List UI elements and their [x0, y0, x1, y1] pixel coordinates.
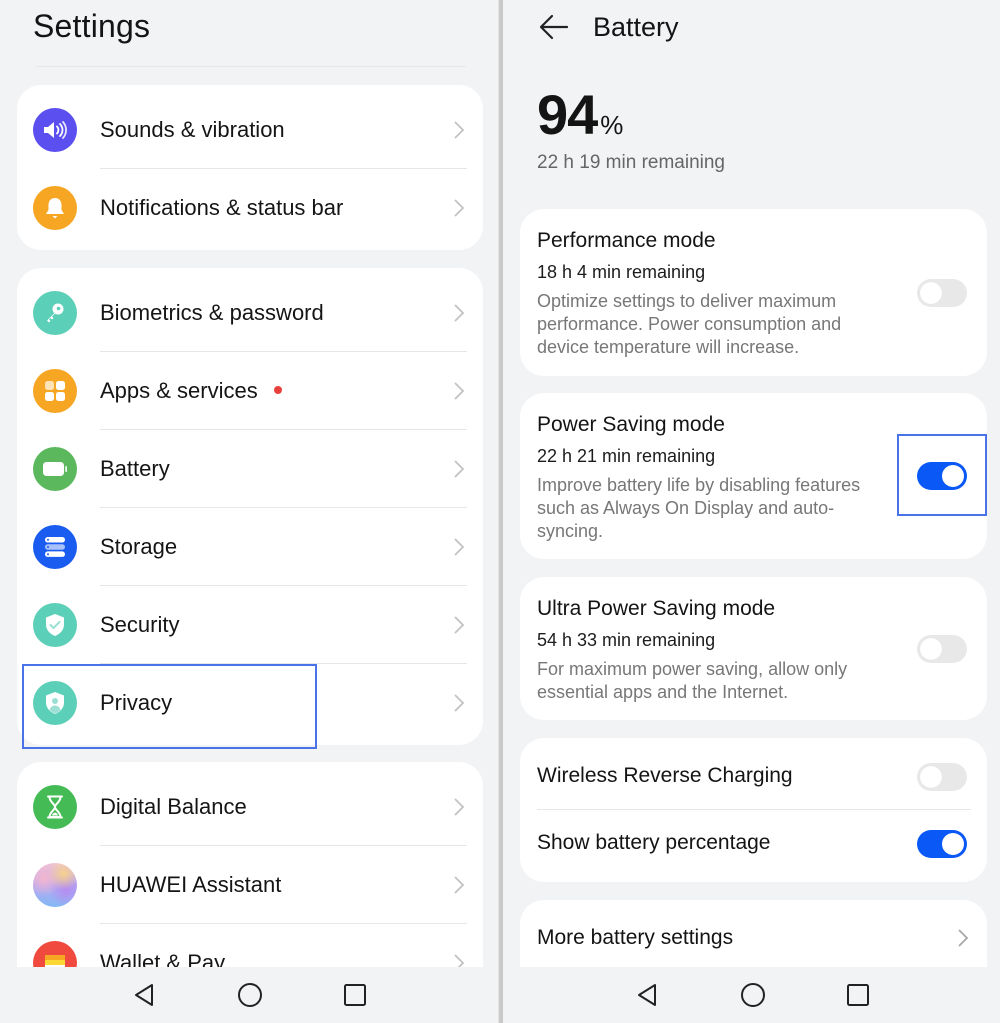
power-saving-mode-card[interactable]: Power Saving mode 22 h 21 min remaining … — [520, 393, 987, 559]
chevron-right-icon — [454, 460, 465, 478]
key-icon — [33, 291, 77, 335]
battery-percentage: 94% — [537, 82, 623, 147]
toggle-knob — [942, 833, 964, 855]
chevron-right-icon — [454, 304, 465, 322]
performance-mode-card[interactable]: Performance mode 18 h 4 min remaining Op… — [520, 209, 987, 376]
back-nav-icon[interactable] — [633, 981, 661, 1009]
settings-item-digital-balance[interactable]: Digital Balance — [17, 768, 483, 846]
battery-remaining-time: 22 h 19 min remaining — [537, 152, 725, 173]
page-title: Settings — [33, 8, 151, 44]
mode-title: Performance mode — [537, 229, 716, 252]
home-nav-icon[interactable] — [739, 981, 767, 1009]
battery-toggles-card: Wireless Reverse Charging Show battery p… — [520, 738, 987, 882]
settings-item-label: Notifications & status bar — [100, 195, 344, 220]
settings-item-wallet-pay[interactable]: Wallet & Pay — [17, 924, 483, 972]
settings-item-label: Privacy — [100, 690, 173, 715]
chevron-right-icon — [454, 798, 465, 816]
navigation-bar — [0, 967, 498, 1023]
settings-item-notifications[interactable]: Notifications & status bar — [17, 169, 483, 247]
chevron-right-icon — [454, 694, 465, 712]
wireless-reverse-charging-label: Wireless Reverse Charging — [537, 764, 793, 787]
chevron-right-icon — [454, 199, 465, 217]
power-saving-mode-toggle[interactable] — [917, 462, 967, 490]
navigation-bar — [503, 967, 1000, 1023]
privacy-shield-icon — [33, 681, 77, 725]
performance-mode-toggle[interactable] — [917, 279, 967, 307]
ultra-power-saving-mode-card[interactable]: Ultra Power Saving mode 54 h 33 min rema… — [520, 577, 987, 720]
battery-screen: Battery 94% 22 h 19 min remaining Perfor… — [503, 0, 1000, 1023]
chevron-right-icon — [454, 616, 465, 634]
chevron-right-icon — [454, 382, 465, 400]
row-divider — [537, 809, 971, 810]
home-nav-icon[interactable] — [236, 981, 264, 1009]
chevron-right-icon — [454, 876, 465, 894]
settings-group-3: Digital Balance HUAWEI Assistant Wallet … — [17, 762, 483, 972]
settings-item-battery[interactable]: Battery — [17, 430, 483, 508]
settings-item-apps-services[interactable]: Apps & services — [17, 352, 483, 430]
settings-item-security[interactable]: Security — [17, 586, 483, 664]
apps-grid-icon — [33, 369, 77, 413]
settings-item-label: Digital Balance — [100, 794, 247, 819]
show-battery-percentage-toggle[interactable] — [917, 830, 967, 858]
settings-item-label-text: Apps & services — [100, 378, 258, 403]
settings-item-sounds-vibration[interactable]: Sounds & vibration — [17, 91, 483, 169]
mode-description: Improve battery life by disabling featur… — [537, 475, 861, 541]
toggle-knob — [920, 282, 942, 304]
recents-nav-icon[interactable] — [341, 981, 369, 1009]
settings-item-huawei-assistant[interactable]: HUAWEI Assistant — [17, 846, 483, 924]
settings-item-label: Apps & services — [100, 352, 282, 430]
mode-title: Power Saving mode — [537, 413, 725, 436]
more-battery-settings-row[interactable]: More battery settings — [520, 900, 987, 970]
wireless-reverse-charging-toggle[interactable] — [917, 763, 967, 791]
chevron-right-icon — [454, 538, 465, 556]
settings-item-biometrics[interactable]: Biometrics & password — [17, 274, 483, 352]
settings-item-label: Wallet & Pay — [100, 950, 226, 972]
settings-screen: Settings Sounds & vibration Notification… — [0, 0, 498, 1023]
more-battery-settings-label: More battery settings — [537, 926, 734, 949]
toggle-knob — [920, 766, 942, 788]
hourglass-icon — [33, 785, 77, 829]
recents-nav-icon[interactable] — [844, 981, 872, 1009]
settings-item-label: Storage — [100, 534, 178, 559]
page-title: Battery — [593, 12, 679, 42]
speaker-icon — [33, 108, 77, 152]
shield-check-icon — [33, 603, 77, 647]
mode-description: For maximum power saving, allow only ess… — [537, 659, 848, 702]
toggle-knob — [920, 638, 942, 660]
settings-item-label: Security — [100, 612, 180, 637]
settings-item-label: Biometrics & password — [100, 300, 324, 325]
settings-item-label: Battery — [100, 456, 170, 481]
chevron-right-icon — [958, 929, 969, 947]
toggle-knob — [942, 465, 964, 487]
bell-icon — [33, 186, 77, 230]
mode-remaining: 18 h 4 min remaining — [537, 262, 706, 282]
settings-group-1: Sounds & vibration Notifications & statu… — [17, 85, 483, 250]
battery-icon — [33, 447, 77, 491]
storage-icon — [33, 525, 77, 569]
chevron-right-icon — [454, 121, 465, 139]
show-battery-percentage-label: Show battery percentage — [537, 831, 771, 854]
settings-item-privacy[interactable]: Privacy — [17, 664, 483, 742]
back-nav-icon[interactable] — [130, 981, 158, 1009]
settings-item-label: Sounds & vibration — [100, 117, 285, 142]
settings-group-2: Biometrics & password Apps & services Ba… — [17, 268, 483, 745]
settings-item-label: HUAWEI Assistant — [100, 872, 282, 897]
mode-description: Optimize settings to deliver maximum per… — [537, 291, 842, 357]
battery-percent-value: 94 — [537, 83, 598, 146]
notification-badge — [273, 386, 282, 395]
mode-remaining: 54 h 33 min remaining — [537, 630, 716, 650]
settings-item-storage[interactable]: Storage — [17, 508, 483, 586]
mode-remaining: 22 h 21 min remaining — [537, 446, 716, 466]
back-arrow-icon[interactable] — [537, 12, 571, 42]
assistant-orb-icon — [33, 863, 77, 907]
ultra-power-saving-toggle[interactable] — [917, 635, 967, 663]
percent-sign: % — [600, 110, 624, 140]
title-divider — [36, 66, 466, 67]
mode-title: Ultra Power Saving mode — [537, 597, 776, 620]
